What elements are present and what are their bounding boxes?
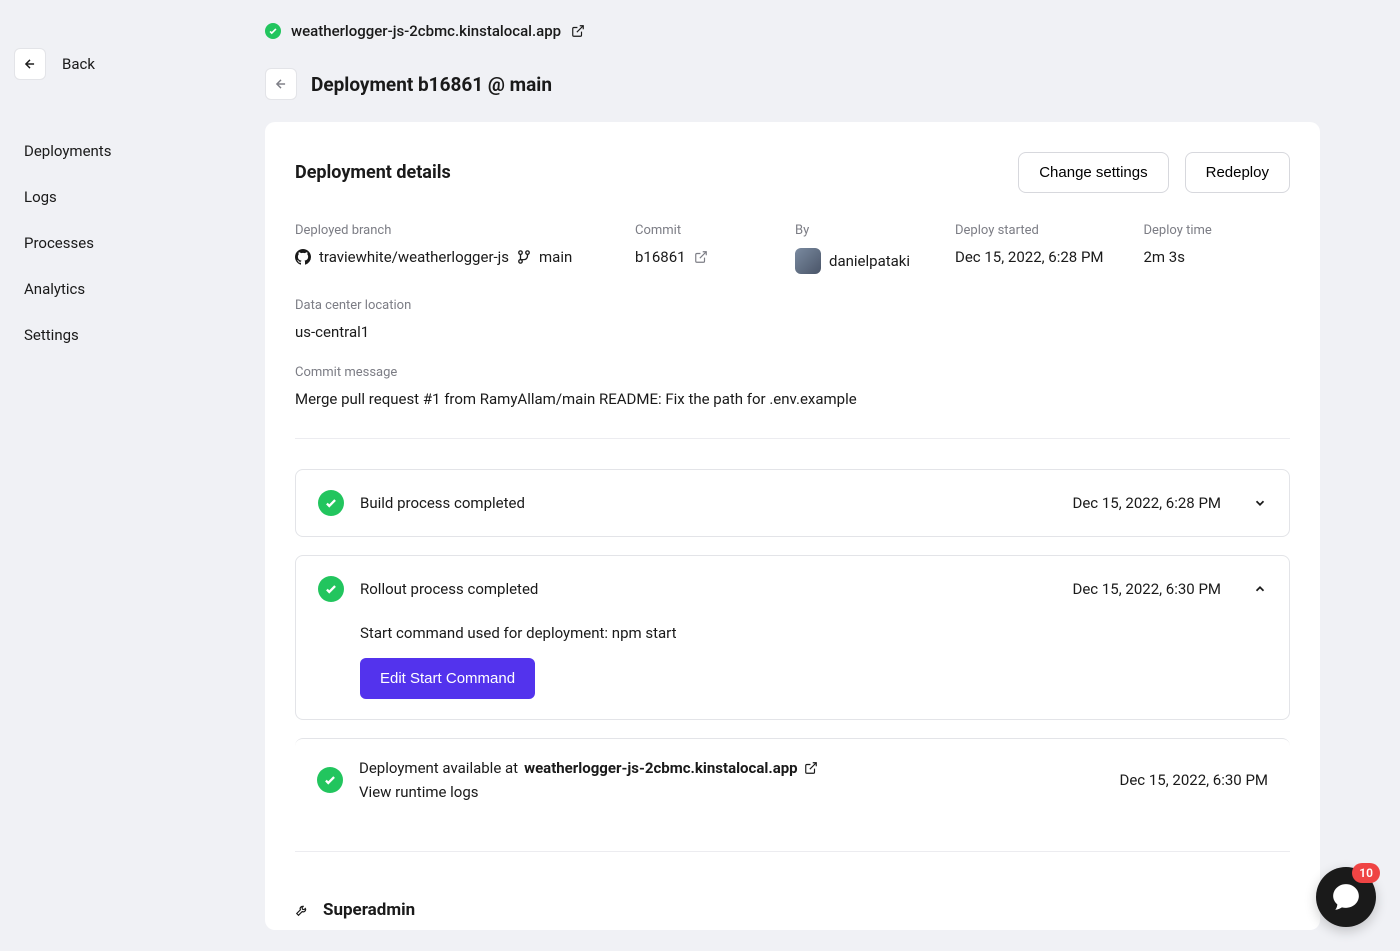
app-url-link[interactable]: weatherlogger-js-2cbmc.kinstalocal.app: [291, 22, 561, 40]
superadmin-row: Superadmin: [295, 882, 1290, 920]
deploy-time-block: Deploy time 2m 3s: [1144, 223, 1264, 274]
build-step-card[interactable]: Build process completed Dec 15, 2022, 6:…: [295, 469, 1290, 537]
github-icon: [295, 249, 311, 265]
deployed-branch-block: Deployed branch traviewhite/weatherlogge…: [295, 223, 595, 274]
info-grid-2: Data center location us-central1: [295, 298, 1290, 341]
commit-hash[interactable]: b16861: [635, 248, 686, 266]
app-url-row: weatherlogger-js-2cbmc.kinstalocal.app: [265, 22, 1320, 40]
nav-analytics[interactable]: Analytics: [14, 266, 226, 312]
back-label[interactable]: Back: [62, 55, 95, 73]
page-title: Deployment b16861 @ main: [311, 73, 552, 96]
change-settings-button[interactable]: Change settings: [1018, 152, 1168, 193]
deploy-time-label: Deploy time: [1144, 223, 1264, 238]
check-success-icon: [318, 576, 344, 602]
commit-message-value: Merge pull request #1 from RamyAllam/mai…: [295, 390, 1290, 408]
rollout-step-card: Rollout process completed Dec 15, 2022, …: [295, 555, 1290, 720]
repo-name[interactable]: traviewhite/weatherlogger-js: [319, 248, 509, 266]
chat-widget-button[interactable]: 10: [1316, 867, 1376, 927]
deploy-started-block: Deploy started Dec 15, 2022, 6:28 PM: [955, 223, 1104, 274]
commit-message-label: Commit message: [295, 365, 1290, 380]
branch-name: main: [539, 248, 572, 266]
deploy-available-line: Deployment available at weatherlogger-js…: [359, 759, 1104, 777]
chat-badge: 10: [1352, 863, 1380, 883]
external-link-icon[interactable]: [694, 250, 708, 264]
card-title: Deployment details: [295, 162, 451, 183]
by-block: By danielpataki: [795, 223, 915, 274]
rollout-step-body: Start command used for deployment: npm s…: [360, 624, 1267, 699]
divider: [295, 851, 1290, 852]
deploy-step-header: Deployment available at weatherlogger-js…: [317, 759, 1268, 801]
nav-deployments[interactable]: Deployments: [14, 128, 226, 174]
data-center-label: Data center location: [295, 298, 415, 313]
card-header: Deployment details Change settings Redep…: [295, 152, 1290, 193]
commit-block: Commit b16861: [635, 223, 755, 274]
commit-label: Commit: [635, 223, 755, 238]
rollout-step-desc: Start command used for deployment: npm s…: [360, 624, 1267, 642]
back-button[interactable]: [14, 48, 46, 80]
rollout-step-time: Dec 15, 2022, 6:30 PM: [1073, 580, 1222, 598]
check-success-icon: [318, 490, 344, 516]
deploy-step-time: Dec 15, 2022, 6:30 PM: [1120, 771, 1269, 789]
data-center-block: Data center location us-central1: [295, 298, 415, 341]
deployed-branch-value: traviewhite/weatherlogger-js main: [295, 248, 595, 266]
check-success-icon: [317, 767, 343, 793]
commit-value: b16861: [635, 248, 755, 266]
chat-icon: [1331, 882, 1361, 912]
build-step-time: Dec 15, 2022, 6:28 PM: [1073, 494, 1222, 512]
author-name: danielpataki: [829, 252, 910, 270]
rollout-step-title: Rollout process completed: [360, 580, 1057, 598]
main-content: weatherlogger-js-2cbmc.kinstalocal.app D…: [265, 22, 1320, 930]
commit-message-block: Commit message Merge pull request #1 fro…: [295, 365, 1290, 408]
divider: [295, 438, 1290, 439]
by-label: By: [795, 223, 915, 238]
deploy-started-label: Deploy started: [955, 223, 1104, 238]
chevron-up-icon[interactable]: [1253, 582, 1267, 596]
wrench-icon: [295, 903, 309, 917]
details-card: Deployment details Change settings Redep…: [265, 122, 1320, 930]
nav-processes[interactable]: Processes: [14, 220, 226, 266]
status-success-icon: [265, 23, 281, 39]
deploy-step-card: Deployment available at weatherlogger-js…: [295, 738, 1290, 821]
deploy-started-value: Dec 15, 2022, 6:28 PM: [955, 248, 1104, 266]
redeploy-button[interactable]: Redeploy: [1185, 152, 1290, 193]
arrow-left-icon: [274, 77, 288, 91]
by-value: danielpataki: [795, 248, 915, 274]
info-grid-3: Commit message Merge pull request #1 fro…: [295, 365, 1290, 408]
git-branch-icon: [517, 250, 531, 264]
view-runtime-logs-link[interactable]: View runtime logs: [359, 783, 1104, 801]
external-link-icon[interactable]: [804, 761, 818, 775]
rollout-step-header[interactable]: Rollout process completed Dec 15, 2022, …: [318, 576, 1267, 602]
data-center-value: us-central1: [295, 323, 415, 341]
external-link-icon[interactable]: [571, 24, 585, 38]
info-grid-1: Deployed branch traviewhite/weatherlogge…: [295, 223, 1290, 274]
nav-logs[interactable]: Logs: [14, 174, 226, 220]
deploy-available-prefix: Deployment available at: [359, 759, 518, 777]
avatar: [795, 248, 821, 274]
sidebar: Back Deployments Logs Processes Analytic…: [0, 0, 240, 358]
title-row: Deployment b16861 @ main: [265, 68, 1320, 100]
build-step-title: Build process completed: [360, 494, 1057, 512]
nav-settings[interactable]: Settings: [14, 312, 226, 358]
edit-start-command-button[interactable]: Edit Start Command: [360, 658, 535, 699]
deploy-url[interactable]: weatherlogger-js-2cbmc.kinstalocal.app: [524, 759, 798, 777]
chevron-down-icon[interactable]: [1253, 496, 1267, 510]
deployed-branch-label: Deployed branch: [295, 223, 595, 238]
arrow-left-icon: [23, 57, 37, 71]
card-actions: Change settings Redeploy: [1018, 152, 1290, 193]
build-step-header: Build process completed Dec 15, 2022, 6:…: [318, 490, 1267, 516]
deploy-step-lines: Deployment available at weatherlogger-js…: [359, 759, 1104, 801]
superadmin-title: Superadmin: [323, 900, 415, 920]
back-row: Back: [14, 48, 226, 80]
deployment-back-button[interactable]: [265, 68, 297, 100]
deploy-time-value: 2m 3s: [1144, 248, 1264, 266]
